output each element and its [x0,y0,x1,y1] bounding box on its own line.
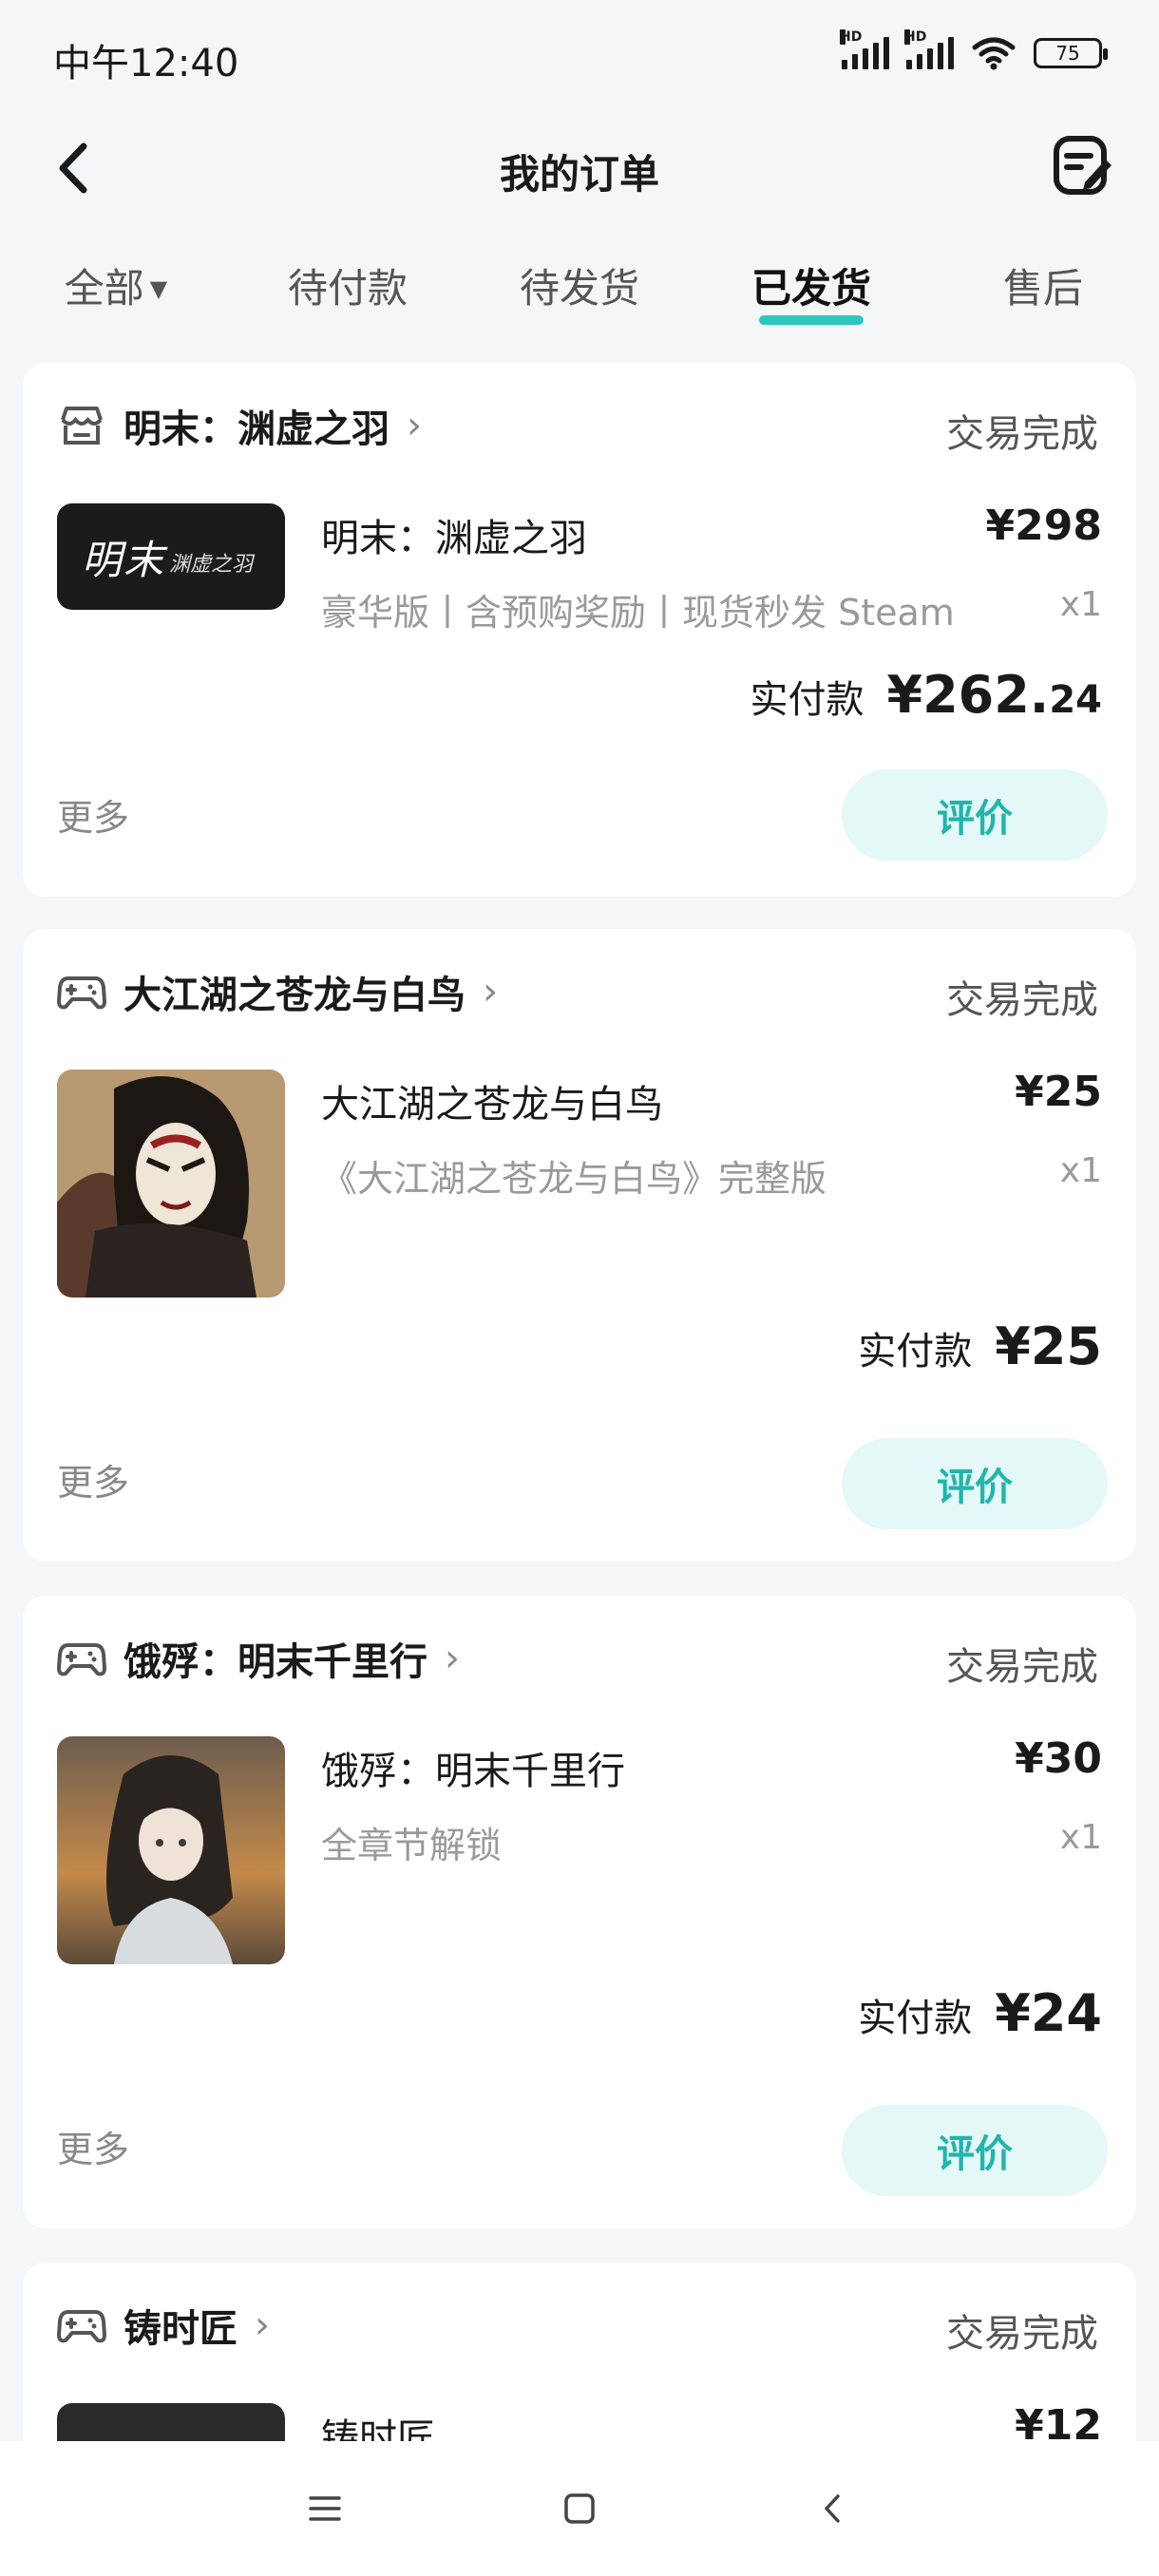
shop-name: 明末：渊虚之羽 [124,407,390,451]
paid-amount-decimal: 24 [1049,678,1102,722]
page-title: 我的订单 [499,151,659,198]
status-time: 中午12:40 [53,42,239,85]
shop-name: 铸时匠 [124,2307,238,2351]
product-name: 明末：渊虚之羽 [321,517,587,560]
product-spec: 全章节解锁 [321,1825,503,1866]
back-icon[interactable] [809,2485,857,2532]
shop-row[interactable]: 明末：渊虚之羽 › 交易完成 [57,397,1098,456]
chevron-right-icon: › [255,2303,270,2347]
game-cover-art [57,1070,285,1297]
order-status: 交易完成 [946,2312,1098,2356]
product-name: 大江湖之苍龙与白鸟 [321,1083,663,1127]
store-icon [61,407,103,445]
paid-label: 实付款 [858,1330,973,1373]
product-price: ¥25 [1015,1068,1102,1116]
gamepad-icon [57,1643,106,1676]
shop-row[interactable]: 大江湖之苍龙与白鸟 › 交易完成 [57,963,1098,1022]
home-icon[interactable] [556,2485,603,2532]
gamepad-icon [57,2310,106,2343]
tab-label: 待付款 [287,265,408,312]
tab-all[interactable]: 全部 ▼ [0,256,232,332]
tab-label: 待发货 [519,265,639,312]
paid-label: 实付款 [858,1997,973,2040]
paid-amount: ¥24 [995,1983,1102,2043]
menu-icon[interactable] [301,2485,349,2532]
product-name: 饿殍：明末千里行 [321,1750,625,1793]
review-button[interactable]: 评价 [842,769,1108,861]
chevron-right-icon: › [445,1637,460,1680]
product-spec: 豪华版丨含预购奖励丨现货秒发 Steam [321,592,955,634]
active-tab-indicator [759,315,864,325]
caret-down-icon: ▼ [149,275,168,302]
header: 我的订单 [0,114,1159,218]
signal-icon: HD [904,29,954,69]
more-button[interactable]: 更多 [57,2120,129,2172]
shop-name: 大江湖之苍龙与白鸟 [124,974,466,1017]
wifi-icon [972,37,1016,70]
product-price: ¥30 [1015,1734,1102,1783]
order-tabs: 全部 ▼ 待付款 待发货 已发货 售后 [0,256,1159,332]
tab-label: 售后 [1002,265,1083,312]
paid-label: 实付款 [750,678,864,722]
order-card[interactable]: 大江湖之苍龙与白鸟 › 交易完成 大江湖之苍龙与白鸟 ¥25 《大江湖之苍龙与白… [23,929,1136,1562]
product-image[interactable] [57,1736,285,1964]
paid-amount-row: 实付款 ¥24 [858,1983,1102,2043]
status-icons: HD HD 75 [840,29,1108,70]
paid-amount-main: ¥262. [886,665,1050,725]
tab-after-sales[interactable]: 售后 [927,256,1159,332]
review-button[interactable]: 评价 [842,1438,1108,1529]
product-quantity: x1 [1059,1151,1102,1190]
review-button[interactable]: 评价 [842,2105,1108,2196]
shop-row[interactable]: 饿殍：明末千里行 › 交易完成 [57,1630,1098,1689]
chevron-right-icon: › [407,404,422,447]
product-image[interactable]: 明末 渊虚之羽 [57,503,285,610]
paid-amount-row: 实付款 ¥262.24 [750,665,1102,725]
order-card[interactable]: 饿殍：明末千里行 › 交易完成 饿殍：明末千里行 ¥30 全章节解锁 x1 实付… [23,1596,1136,2228]
product-spec: 《大江湖之苍龙与白鸟》完整版 [321,1158,827,1200]
status-bar: 中午12:40 HD HD 75 [0,0,1159,114]
battery-icon: 75 [1034,38,1108,68]
gamepad-icon [57,976,106,1010]
product-quantity: x1 [1059,585,1102,624]
more-button[interactable]: 更多 [57,788,129,841]
game-cover-art [57,1736,285,1964]
tab-pending-payment[interactable]: 待付款 [232,256,464,332]
tab-pending-shipment[interactable]: 待发货 [464,256,695,332]
paid-amount: ¥262.24 [887,665,1102,725]
paid-amount-row: 实付款 ¥25 [858,1316,1102,1376]
product-logo: 渊虚之羽 [169,553,254,577]
tab-shipped[interactable]: 已发货 [695,256,927,332]
signal-icon: HD [840,29,889,69]
edit-list-icon [1054,136,1112,195]
paid-amount: ¥25 [995,1316,1102,1376]
shop-name: 饿殍：明末千里行 [124,1640,428,1684]
shop-row[interactable]: 铸时匠 › 交易完成 [57,2297,1098,2356]
chevron-right-icon: › [483,970,498,1013]
order-status: 交易完成 [946,978,1098,1022]
more-button[interactable]: 更多 [57,1453,129,1506]
product-price: ¥298 [985,502,1102,550]
tab-label: 全部 [64,265,144,312]
tab-label: 已发货 [750,265,871,312]
product-quantity: x1 [1059,1818,1102,1857]
order-status: 交易完成 [946,412,1098,456]
edit-orders-button[interactable] [1051,133,1115,199]
product-image[interactable] [57,1070,285,1297]
order-status: 交易完成 [946,1645,1098,1689]
system-navigation-bar [0,2441,1159,2576]
product-logo: 明末 [82,537,166,583]
order-card[interactable]: 明末：渊虚之羽 › 交易完成 明末 渊虚之羽 明末：渊虚之羽 ¥298 豪华版丨… [23,363,1136,897]
